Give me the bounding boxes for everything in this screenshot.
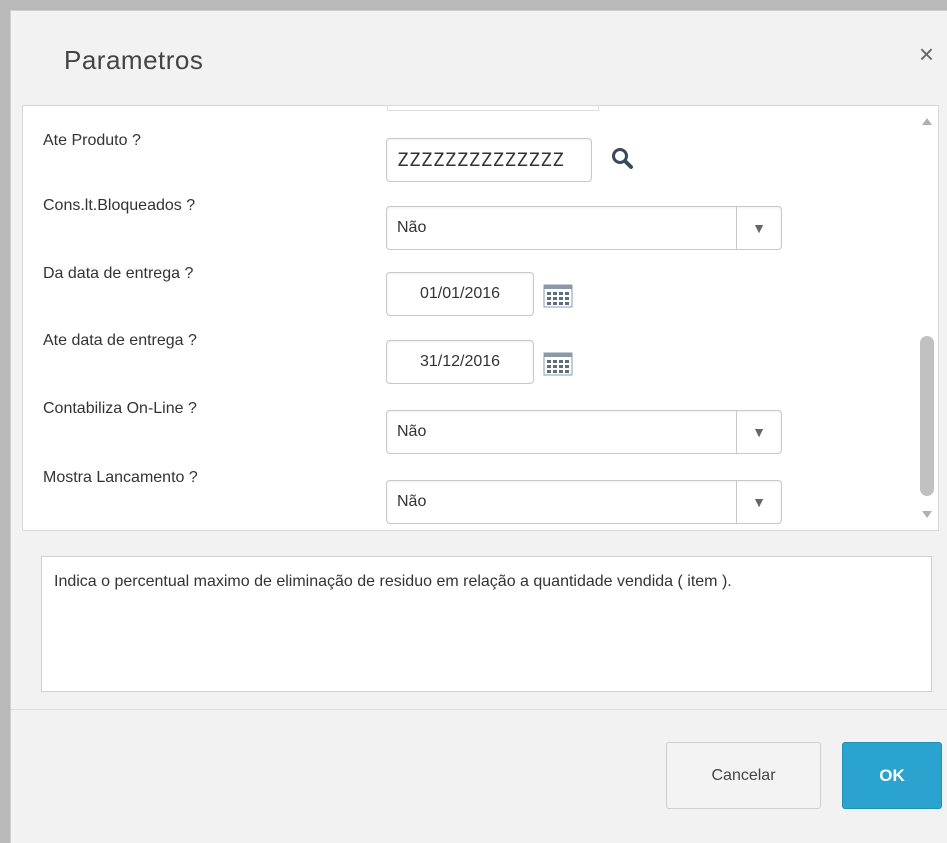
param-label-cons-bloqueados: Cons.lt.Bloqueados ? xyxy=(43,197,196,214)
calendar-icon[interactable] xyxy=(543,284,573,308)
dialog-header: Parametros × xyxy=(11,11,947,105)
ok-button[interactable]: OK xyxy=(842,742,942,809)
scroll-thumb[interactable] xyxy=(920,336,934,496)
da-data-input[interactable]: 01/01/2016 xyxy=(386,272,534,316)
contabiliza-select[interactable]: Não ▼ xyxy=(386,410,782,454)
cancel-button[interactable]: Cancelar xyxy=(666,742,821,809)
vertical-scrollbar[interactable] xyxy=(916,106,938,530)
search-icon[interactable] xyxy=(610,146,636,172)
mostra-lancamento-select[interactable]: Não ▼ xyxy=(386,480,782,524)
ate-produto-input[interactable]: ZZZZZZZZZZZZZZ xyxy=(386,138,592,182)
scroll-down-icon[interactable] xyxy=(922,511,932,518)
close-icon[interactable]: × xyxy=(919,41,934,67)
cons-bloqueados-value: Não xyxy=(397,219,427,236)
calendar-icon[interactable] xyxy=(543,352,573,376)
footer-divider xyxy=(11,709,947,710)
parameters-panel: Ate Produto ? ZZZZZZZZZZZZZZ Cons.lt.Blo… xyxy=(22,105,939,531)
dialog-title: Parametros xyxy=(64,45,204,75)
param-label-mostra-lancamento: Mostra Lancamento ? xyxy=(43,469,198,486)
contabiliza-value: Não xyxy=(397,423,427,440)
param-label-ate-produto: Ate Produto ? xyxy=(43,132,141,149)
parameters-dialog: Parametros × Ate Produto ? ZZZZZZZZZZZZZ… xyxy=(10,10,947,843)
chevron-down-icon[interactable]: ▼ xyxy=(736,411,781,453)
cons-bloqueados-select[interactable]: Não ▼ xyxy=(386,206,782,250)
partial-field-above xyxy=(387,106,599,111)
param-label-contabiliza: Contabiliza On-Line ? xyxy=(43,400,197,417)
param-label-ate-data: Ate data de entrega ? xyxy=(43,332,197,349)
ate-data-input[interactable]: 31/12/2016 xyxy=(386,340,534,384)
help-text-box: Indica o percentual maximo de eliminação… xyxy=(41,556,932,692)
chevron-down-icon[interactable]: ▼ xyxy=(736,481,781,523)
mostra-lancamento-value: Não xyxy=(397,493,427,510)
param-label-da-data: Da data de entrega ? xyxy=(43,265,194,282)
chevron-down-icon[interactable]: ▼ xyxy=(736,207,781,249)
scroll-up-icon[interactable] xyxy=(922,118,932,125)
